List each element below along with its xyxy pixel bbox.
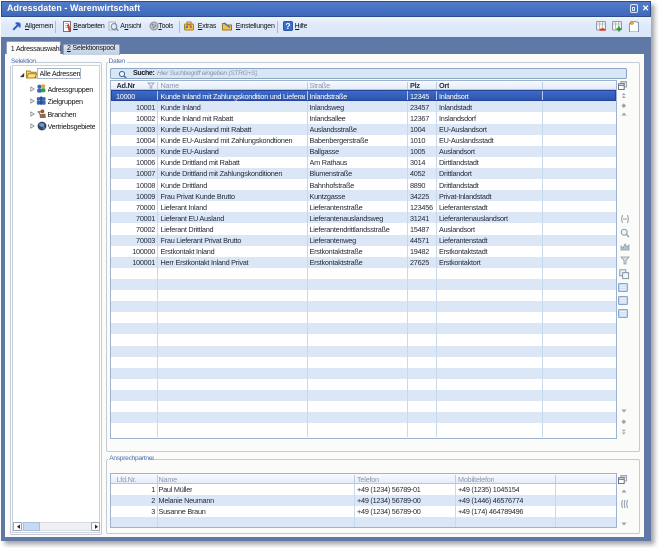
svg-text:?: ?: [285, 21, 290, 31]
